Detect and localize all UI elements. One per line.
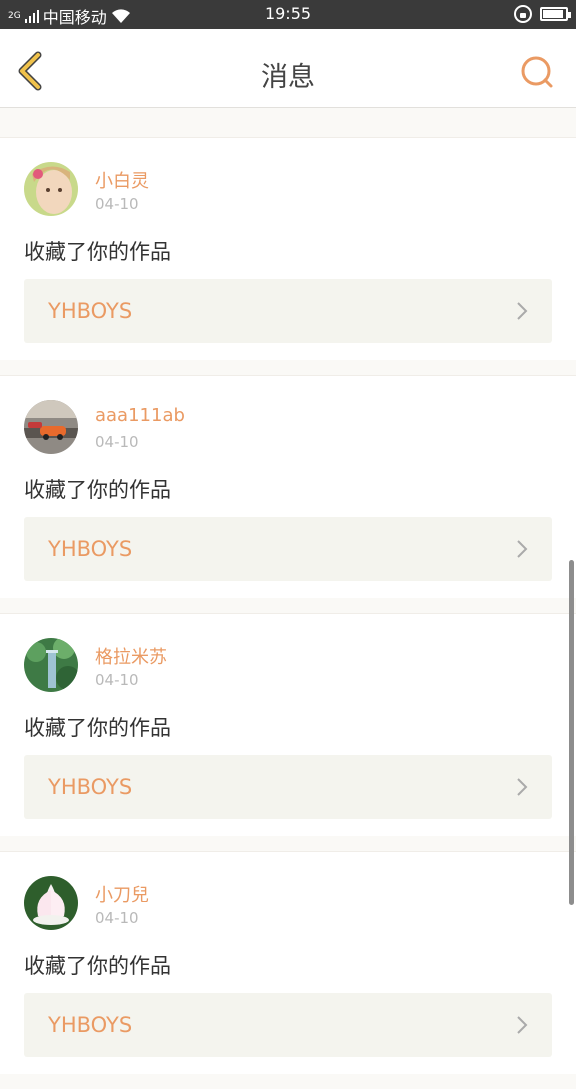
work-title: YHBOYS: [48, 775, 133, 799]
message-date: 04-10: [95, 909, 139, 927]
clock: 19:55: [264, 4, 312, 23]
page-title: 消息: [261, 62, 315, 93]
username[interactable]: 小刀兒: [95, 881, 149, 907]
chevron-right-icon: [517, 540, 528, 558]
message-card: 格拉米苏 04-10 收藏了你的作品 YHBOYS: [0, 613, 576, 836]
chevron-left-icon: [18, 51, 42, 91]
status-bar: 2G 中国移动 19:55: [0, 0, 576, 29]
avatar[interactable]: [24, 400, 78, 454]
message-card: aaa111ab 04-10 收藏了你的作品 YHBOYS: [0, 375, 576, 598]
search-icon: [521, 56, 553, 88]
back-button[interactable]: [14, 51, 50, 91]
username[interactable]: 小白灵: [95, 167, 149, 193]
chevron-right-icon: [517, 302, 528, 320]
message-date: 04-10: [95, 433, 139, 451]
work-link[interactable]: YHBOYS: [24, 755, 552, 819]
search-button[interactable]: [520, 55, 554, 89]
message-text: 收藏了你的作品: [24, 716, 171, 740]
work-title: YHBOYS: [48, 299, 133, 323]
message-text: 收藏了你的作品: [24, 478, 171, 502]
battery-icon: [540, 7, 571, 21]
work-title: YHBOYS: [48, 537, 133, 561]
rotation-lock-icon: [514, 5, 532, 23]
message-date: 04-10: [95, 671, 139, 689]
message-text: 收藏了你的作品: [24, 954, 171, 978]
username[interactable]: 格拉米苏: [95, 643, 167, 669]
chevron-right-icon: [517, 778, 528, 796]
message-card: 小刀兒 04-10 收藏了你的作品 YHBOYS: [0, 851, 576, 1074]
status-right: [514, 5, 571, 23]
message-text: 收藏了你的作品: [24, 240, 171, 264]
scrollbar[interactable]: [569, 560, 574, 905]
chevron-right-icon: [517, 1016, 528, 1034]
message-list: 小白灵 04-10 收藏了你的作品 YHBOYS aaa111ab 04-10 …: [0, 122, 576, 1089]
app-header: 消息: [0, 29, 576, 108]
work-link[interactable]: YHBOYS: [24, 279, 552, 343]
work-title: YHBOYS: [48, 1013, 133, 1037]
avatar[interactable]: [24, 638, 78, 692]
message-card: 小白灵 04-10 收藏了你的作品 YHBOYS: [0, 137, 576, 360]
work-link[interactable]: YHBOYS: [24, 993, 552, 1057]
username[interactable]: aaa111ab: [95, 405, 185, 426]
message-date: 04-10: [95, 195, 139, 213]
avatar[interactable]: [24, 162, 78, 216]
work-link[interactable]: YHBOYS: [24, 517, 552, 581]
avatar[interactable]: [24, 876, 78, 930]
